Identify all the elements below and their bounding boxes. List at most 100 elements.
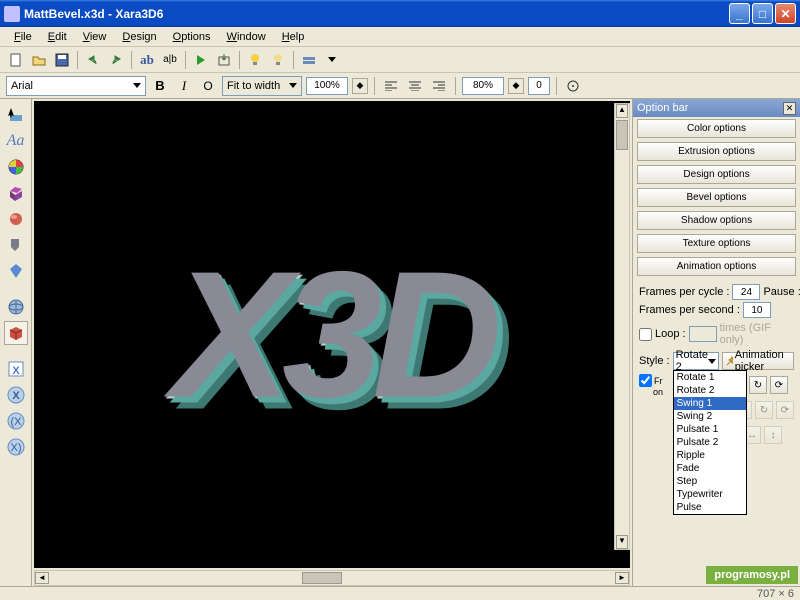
shadow-options-button[interactable]: Shadow options bbox=[637, 211, 796, 230]
align-center-button[interactable] bbox=[405, 76, 425, 96]
redo-button[interactable] bbox=[106, 50, 126, 70]
extrude-tool[interactable] bbox=[4, 181, 28, 205]
panel-title: Option bar bbox=[637, 102, 688, 114]
color-tool[interactable] bbox=[4, 155, 28, 179]
lights-btn4[interactable]: ⟳ bbox=[776, 401, 794, 419]
outline-button[interactable]: O bbox=[198, 76, 218, 96]
menu-options[interactable]: Options bbox=[165, 29, 219, 45]
opacity-input[interactable] bbox=[462, 77, 504, 95]
bar-down-button[interactable] bbox=[322, 50, 342, 70]
design-options-button[interactable]: Design options bbox=[637, 165, 796, 184]
bevel-tool[interactable] bbox=[4, 207, 28, 231]
color-options-button[interactable]: Color options bbox=[637, 119, 796, 138]
style-dropdown: Rotate 1Rotate 2Swing 1Swing 2Pulsate 1P… bbox=[673, 370, 747, 515]
export-button[interactable] bbox=[214, 50, 234, 70]
zoom-input[interactable] bbox=[306, 77, 348, 95]
text-button[interactable]: ab bbox=[137, 50, 157, 70]
vertical-scrollbar[interactable]: ▲ ▼ bbox=[614, 103, 630, 550]
animation-options-button[interactable]: Animation options bbox=[637, 257, 796, 276]
fps-input[interactable] bbox=[743, 302, 771, 318]
bulb-button[interactable] bbox=[245, 50, 265, 70]
maximize-button[interactable]: □ bbox=[752, 3, 773, 24]
scroll-thumb[interactable] bbox=[616, 120, 628, 150]
open-button[interactable] bbox=[29, 50, 49, 70]
scroll-thumb-h[interactable] bbox=[302, 572, 342, 584]
new-button[interactable] bbox=[6, 50, 26, 70]
scroll-right-button[interactable]: ► bbox=[615, 572, 629, 584]
bulb2-button[interactable] bbox=[268, 50, 288, 70]
font-select[interactable]: Arial bbox=[6, 76, 146, 96]
loop-checkbox[interactable] bbox=[639, 328, 652, 341]
shadow-tool[interactable] bbox=[4, 233, 28, 257]
svg-text:X): X) bbox=[10, 442, 21, 454]
status-dims: 707 × 6 bbox=[757, 588, 794, 600]
canvas[interactable]: X3D ▲ ▼ bbox=[34, 101, 630, 568]
horizontal-scrollbar[interactable]: ◄ ► bbox=[34, 570, 630, 586]
play-button[interactable] bbox=[191, 50, 211, 70]
minimize-button[interactable]: _ bbox=[729, 3, 750, 24]
bar-button[interactable] bbox=[299, 50, 319, 70]
x-tool[interactable]: X bbox=[4, 357, 28, 381]
cursor-design-tool[interactable] bbox=[4, 103, 28, 127]
opacity-spinner[interactable]: ◆ bbox=[508, 78, 524, 94]
style-option[interactable]: Step bbox=[674, 475, 746, 488]
style-option[interactable]: Pulsate 2 bbox=[674, 436, 746, 449]
main-area: Aa X X (X X) X3D ▲ ▼ ◄ ► Optio bbox=[0, 99, 800, 586]
scroll-down-button[interactable]: ▼ bbox=[616, 535, 628, 549]
style-option[interactable]: Ripple bbox=[674, 449, 746, 462]
texture-tool[interactable] bbox=[4, 259, 28, 283]
style-select[interactable]: Rotate 2 Rotate 1Rotate 2Swing 1Swing 2P… bbox=[673, 352, 719, 370]
circle-x-tool[interactable]: X bbox=[4, 383, 28, 407]
style-option[interactable]: Rotate 1 bbox=[674, 371, 746, 384]
svg-text:X: X bbox=[12, 365, 20, 377]
text-tool[interactable]: Aa bbox=[4, 129, 28, 153]
menu-edit[interactable]: Edit bbox=[40, 29, 75, 45]
globe-tool[interactable] bbox=[4, 295, 28, 319]
scroll-left-button[interactable]: ◄ bbox=[35, 572, 49, 584]
fit-select[interactable]: Fit to width bbox=[222, 76, 302, 96]
wave-btn2[interactable]: ↕ bbox=[764, 426, 782, 444]
style-option[interactable]: Swing 1 bbox=[674, 397, 746, 410]
panel-close-button[interactable]: ✕ bbox=[783, 102, 796, 115]
save-button[interactable] bbox=[52, 50, 72, 70]
lights-btn3[interactable]: ↻ bbox=[755, 401, 773, 419]
animation-picker-button[interactable]: Animation picker bbox=[722, 352, 794, 370]
svg-text:X: X bbox=[12, 390, 20, 402]
cube-tool[interactable] bbox=[4, 321, 28, 345]
scroll-up-button[interactable]: ▲ bbox=[616, 104, 628, 118]
style-option[interactable]: Fade bbox=[674, 462, 746, 475]
circle-xr-tool[interactable]: X) bbox=[4, 435, 28, 459]
target-button[interactable] bbox=[563, 76, 583, 96]
ext-btn4[interactable]: ⟳ bbox=[770, 376, 788, 394]
fpc-input[interactable] bbox=[732, 284, 760, 300]
style-option[interactable]: Pulsate 1 bbox=[674, 423, 746, 436]
style-option[interactable]: Swing 2 bbox=[674, 410, 746, 423]
bevel-options-button[interactable]: Bevel options bbox=[637, 188, 796, 207]
watermark: programosy.pl bbox=[706, 566, 798, 584]
extrusion-options-button[interactable]: Extrusion options bbox=[637, 142, 796, 161]
circle-xl-tool[interactable]: (X bbox=[4, 409, 28, 433]
count-input[interactable] bbox=[528, 77, 550, 95]
spacing-button[interactable]: a|b bbox=[160, 50, 180, 70]
bold-button[interactable]: B bbox=[150, 76, 170, 96]
italic-button[interactable]: I bbox=[174, 76, 194, 96]
style-option[interactable]: Pulse bbox=[674, 501, 746, 514]
menu-window[interactable]: Window bbox=[219, 29, 274, 45]
align-left-button[interactable] bbox=[381, 76, 401, 96]
align-right-button[interactable] bbox=[429, 76, 449, 96]
undo-button[interactable] bbox=[83, 50, 103, 70]
style-option[interactable]: Typewriter bbox=[674, 488, 746, 501]
ext-btn3[interactable]: ↻ bbox=[749, 376, 767, 394]
menu-design[interactable]: Design bbox=[114, 29, 164, 45]
format-toolbar: Arial B I O Fit to width ◆ ◆ bbox=[0, 73, 800, 99]
style-option[interactable]: Rotate 2 bbox=[674, 384, 746, 397]
menu-file[interactable]: File bbox=[6, 29, 40, 45]
front-face-checkbox[interactable] bbox=[639, 374, 652, 387]
close-button[interactable]: ✕ bbox=[775, 3, 796, 24]
menu-view[interactable]: View bbox=[75, 29, 115, 45]
option-panel: Option bar ✕ Color options Extrusion opt… bbox=[632, 99, 800, 586]
menu-help[interactable]: Help bbox=[274, 29, 313, 45]
front-label: Fr bbox=[654, 376, 663, 386]
texture-options-button[interactable]: Texture options bbox=[637, 234, 796, 253]
zoom-spinner[interactable]: ◆ bbox=[352, 78, 368, 94]
